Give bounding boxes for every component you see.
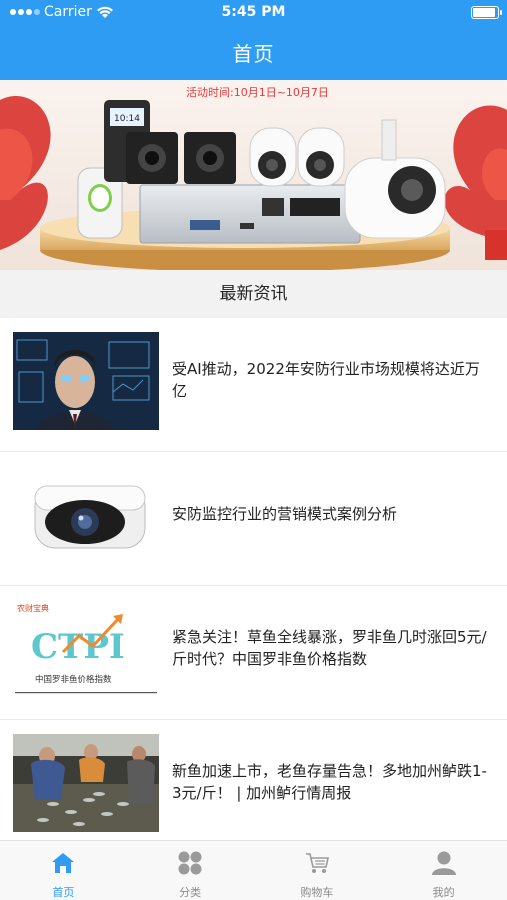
news-item[interactable]: 新鱼加速上市，老鱼存量告急！多地加州鲈跌1-3元/斤！ | 加州鲈行情周报 bbox=[0, 720, 507, 854]
page-title: 首页 bbox=[232, 42, 275, 66]
news-title: 新鱼加速上市，老鱼存量告急！多地加州鲈跌1-3元/斤！ | 加州鲈行情周报 bbox=[172, 762, 487, 802]
tab-cart[interactable]: 购物车 bbox=[254, 841, 381, 900]
news-thumbnail-ai bbox=[13, 332, 159, 430]
category-icon bbox=[178, 851, 202, 875]
news-title: 安防监控行业的营销模式案例分析 bbox=[172, 505, 398, 523]
bottom-tab-bar: 首页 分类 购物车 我的 bbox=[0, 840, 507, 900]
news-thumbnail-camera bbox=[13, 466, 159, 564]
status-bar: Carrier 5:45 PM bbox=[0, 0, 507, 26]
news-item[interactable]: 农财宝典 CTPI 中国罗非鱼价格指数 紧急关注！草鱼全线暴涨，罗非鱼几时涨回5… bbox=[0, 586, 507, 720]
home-icon bbox=[52, 853, 75, 873]
tab-category[interactable]: 分类 bbox=[127, 841, 254, 900]
promo-banner[interactable]: 10:14 活动时间:10月1日~10月7日 bbox=[0, 80, 507, 270]
tab-label: 我的 bbox=[432, 886, 455, 899]
news-thumbnail-fish bbox=[13, 734, 159, 832]
cart-icon bbox=[305, 853, 329, 873]
tab-home[interactable]: 首页 bbox=[0, 841, 127, 900]
ctpi-logo-text: CTPI bbox=[31, 627, 125, 667]
tab-label: 首页 bbox=[52, 886, 75, 899]
news-item[interactable]: 受AI推动，2022年安防行业市场规模将达近万亿 bbox=[0, 318, 507, 452]
section-header: 最新资讯 bbox=[0, 270, 507, 318]
promo-date-text: 活动时间:10月1日~10月7日 bbox=[186, 86, 329, 99]
tab-label: 分类 bbox=[179, 886, 202, 899]
status-time: 5:45 PM bbox=[221, 4, 286, 20]
profile-icon bbox=[431, 851, 456, 875]
terminal-screen-time: 10:14 bbox=[114, 114, 140, 124]
top-header: Carrier 5:45 PM 首页 bbox=[0, 0, 507, 80]
news-thumbnail-ctpi: 农财宝典 CTPI 中国罗非鱼价格指数 bbox=[13, 600, 159, 698]
tab-label: 购物车 bbox=[300, 886, 334, 899]
news-title: 受AI推动，2022年安防行业市场规模将达近万亿 bbox=[172, 360, 480, 400]
news-title: 紧急关注！草鱼全线暴涨，罗非鱼几时涨回5元/斤时代？中国罗非鱼价格指数 bbox=[172, 628, 487, 668]
battery-icon bbox=[471, 6, 502, 19]
tab-profile[interactable]: 我的 bbox=[380, 841, 507, 900]
news-list: 受AI推动，2022年安防行业市场规模将达近万亿 安防监控行业的营销模式案例分析… bbox=[0, 318, 507, 854]
ctpi-brand-text: 农财宝典 bbox=[17, 603, 49, 613]
ctpi-caption-text: 中国罗非鱼价格指数 bbox=[35, 674, 112, 685]
news-item[interactable]: 安防监控行业的营销模式案例分析 bbox=[0, 452, 507, 586]
banner-product-image: 10:14 bbox=[0, 80, 507, 270]
